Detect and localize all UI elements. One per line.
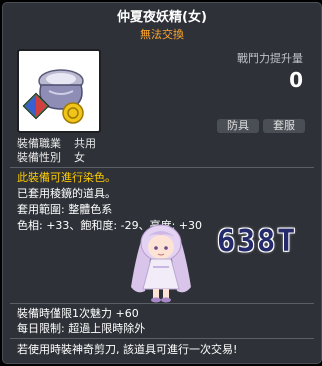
power-label: 戰鬥力提升量	[237, 52, 303, 65]
dye-range: 套用範圍: 整體色系	[17, 203, 113, 216]
power-value: 0	[289, 68, 303, 92]
armor-tag: 防具	[217, 119, 259, 133]
stat-job-label: 裝備職業	[17, 137, 61, 150]
daily-limit: 每日限制: 超過上限時除外	[17, 322, 146, 335]
divider	[10, 303, 314, 304]
stat-gender-label: 裝備性別	[17, 151, 61, 164]
dye-applied: 已套用稜鏡的道具。	[17, 187, 116, 200]
scissors-footer: 若使用時裝神奇剪刀, 該道具可進行一次交易!	[17, 343, 238, 356]
trade-status: 無法交換	[140, 28, 184, 41]
clothing-bundle-icon	[22, 69, 84, 124]
dye-notice: 此裝備可進行染色。	[17, 171, 116, 184]
item-tooltip: 仲夏夜妖精(女) 無法交換 戰鬥力提升量 0 防具 套服 裝備職業 共用 裝備性…	[2, 2, 322, 364]
stat-gender-row: 裝備性別 女	[17, 151, 85, 165]
divider	[10, 338, 314, 339]
item-icon-frame	[17, 49, 101, 133]
item-name: 仲夏夜妖精(女)	[117, 10, 207, 25]
character-preview	[123, 221, 199, 303]
stat-gender-value: 女	[74, 151, 85, 164]
fairy-character-icon	[131, 224, 191, 303]
charm-bonus: 裝備時僅限1次魅力 +60	[17, 307, 139, 320]
stat-job-row: 裝備職業 共用	[17, 137, 96, 151]
slot-tag: 套服	[263, 119, 305, 133]
stat-job-value: 共用	[74, 137, 96, 150]
overlay-text: 638T	[217, 224, 298, 259]
divider	[10, 167, 314, 168]
